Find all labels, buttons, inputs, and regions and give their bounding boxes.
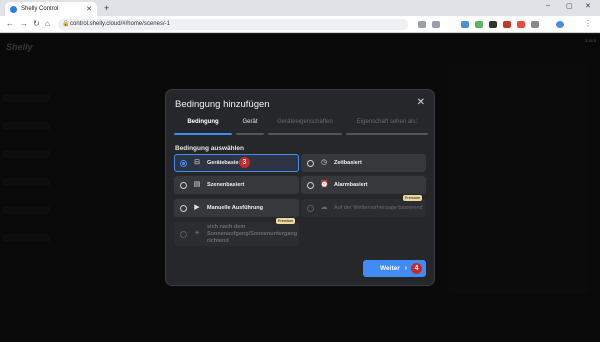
browser-tab-bar: Shelly Control ✕ + – ▢ ✕ (0, 0, 600, 16)
radio[interactable] (307, 159, 314, 167)
home-icon[interactable]: ⌂ (45, 19, 50, 28)
extension-icon[interactable] (475, 21, 483, 28)
premium-badge: Premium (403, 195, 422, 201)
profile-avatar[interactable] (556, 21, 564, 28)
play-icon: ▶ (194, 204, 200, 211)
new-tab-button[interactable]: + (104, 3, 109, 13)
extension-icon[interactable] (503, 21, 511, 28)
alarm-icon: ⏰ (320, 181, 329, 188)
close-icon[interactable]: ✕ (417, 97, 425, 108)
step-geraeteeigenschaften[interactable]: Geräteeigenschaften (268, 119, 342, 135)
step-bedingung[interactable]: Bedingung (174, 119, 232, 135)
premium-badge: Premium (276, 218, 295, 224)
extension-icon[interactable] (489, 21, 497, 28)
clock-icon: ◷ (320, 159, 328, 166)
maximize-button[interactable]: ▢ (566, 2, 573, 10)
option-sonnenaufgang[interactable]: ☀ sich nach dem Sonnenaufgang/Sonnenunte… (174, 222, 299, 246)
lock-icon: 🔒 (62, 21, 70, 27)
browser-menu-icon[interactable]: ⋮ (584, 19, 592, 28)
device-icon: ⊟ (194, 159, 200, 166)
extension-icon[interactable] (517, 21, 525, 28)
option-zeitbasiert[interactable]: ◷ Zeitbasiert (301, 154, 426, 172)
chevron-right-icon: › (404, 265, 408, 272)
browser-tab[interactable]: Shelly Control ✕ (5, 2, 97, 16)
option-szenenbasiert[interactable]: ▤ Szenenbasiert (174, 176, 299, 194)
dialog-title: Bedingung hinzufügen (175, 99, 270, 110)
url-field[interactable]: 🔒 control.shelly.cloud/#/home/scenes/-1 (58, 19, 408, 30)
step-annotation-badge: 4 (411, 263, 422, 274)
extension-icon[interactable] (461, 21, 469, 28)
option-alarmbasiert[interactable]: ⏰ Alarmbasiert (301, 176, 426, 194)
reload-icon[interactable]: ↻ (33, 19, 40, 28)
address-toolbar: ← → ↻ ⌂ 🔒 control.shelly.cloud/#/home/sc… (0, 16, 600, 33)
step-annotation-badge: 3 (239, 157, 250, 168)
option-geraetebasiert[interactable]: ⊟ Gerätebasiert (174, 154, 299, 172)
extension-icon[interactable] (531, 21, 539, 28)
forward-icon[interactable]: → (20, 19, 28, 28)
option-wettervorhersage[interactable]: ☁ Auf der Wettervorhersage basierend (301, 199, 426, 217)
add-condition-dialog: Bedingung hinzufügen ✕ Bedingung Gerät G… (165, 89, 435, 286)
radio[interactable] (307, 204, 314, 212)
radio-selected[interactable] (180, 159, 187, 167)
step-indicator: Bedingung Gerät Geräteeigenschaften Eige… (174, 119, 428, 135)
back-icon[interactable]: ← (6, 19, 14, 28)
sun-icon: ☀ (193, 230, 201, 237)
close-window-button[interactable]: ✕ (585, 2, 591, 10)
tab-close-icon[interactable]: ✕ (86, 5, 92, 13)
scene-icon: ▤ (193, 181, 201, 188)
minimize-button[interactable]: – (546, 2, 550, 9)
step-geraet[interactable]: Gerät (236, 119, 264, 135)
shelly-favicon-icon (10, 5, 17, 13)
weather-icon: ☁ (320, 204, 328, 211)
radio[interactable] (180, 230, 187, 238)
step-eigenschaft-sehen-als[interactable]: Eigenschaft sehen als: (346, 119, 428, 135)
section-label: Bedingung auswählen (175, 145, 244, 152)
tab-title: Shelly Control (21, 6, 59, 12)
option-manuelle-ausfuehrung[interactable]: ▶ Manuelle Ausführung (174, 199, 299, 217)
radio[interactable] (307, 181, 314, 189)
url-text: control.shelly.cloud/#/home/scenes/-1 (70, 21, 170, 27)
radio[interactable] (180, 204, 187, 212)
radio[interactable] (180, 181, 187, 189)
extension-icon[interactable] (418, 21, 426, 28)
extension-icon[interactable] (432, 21, 440, 28)
